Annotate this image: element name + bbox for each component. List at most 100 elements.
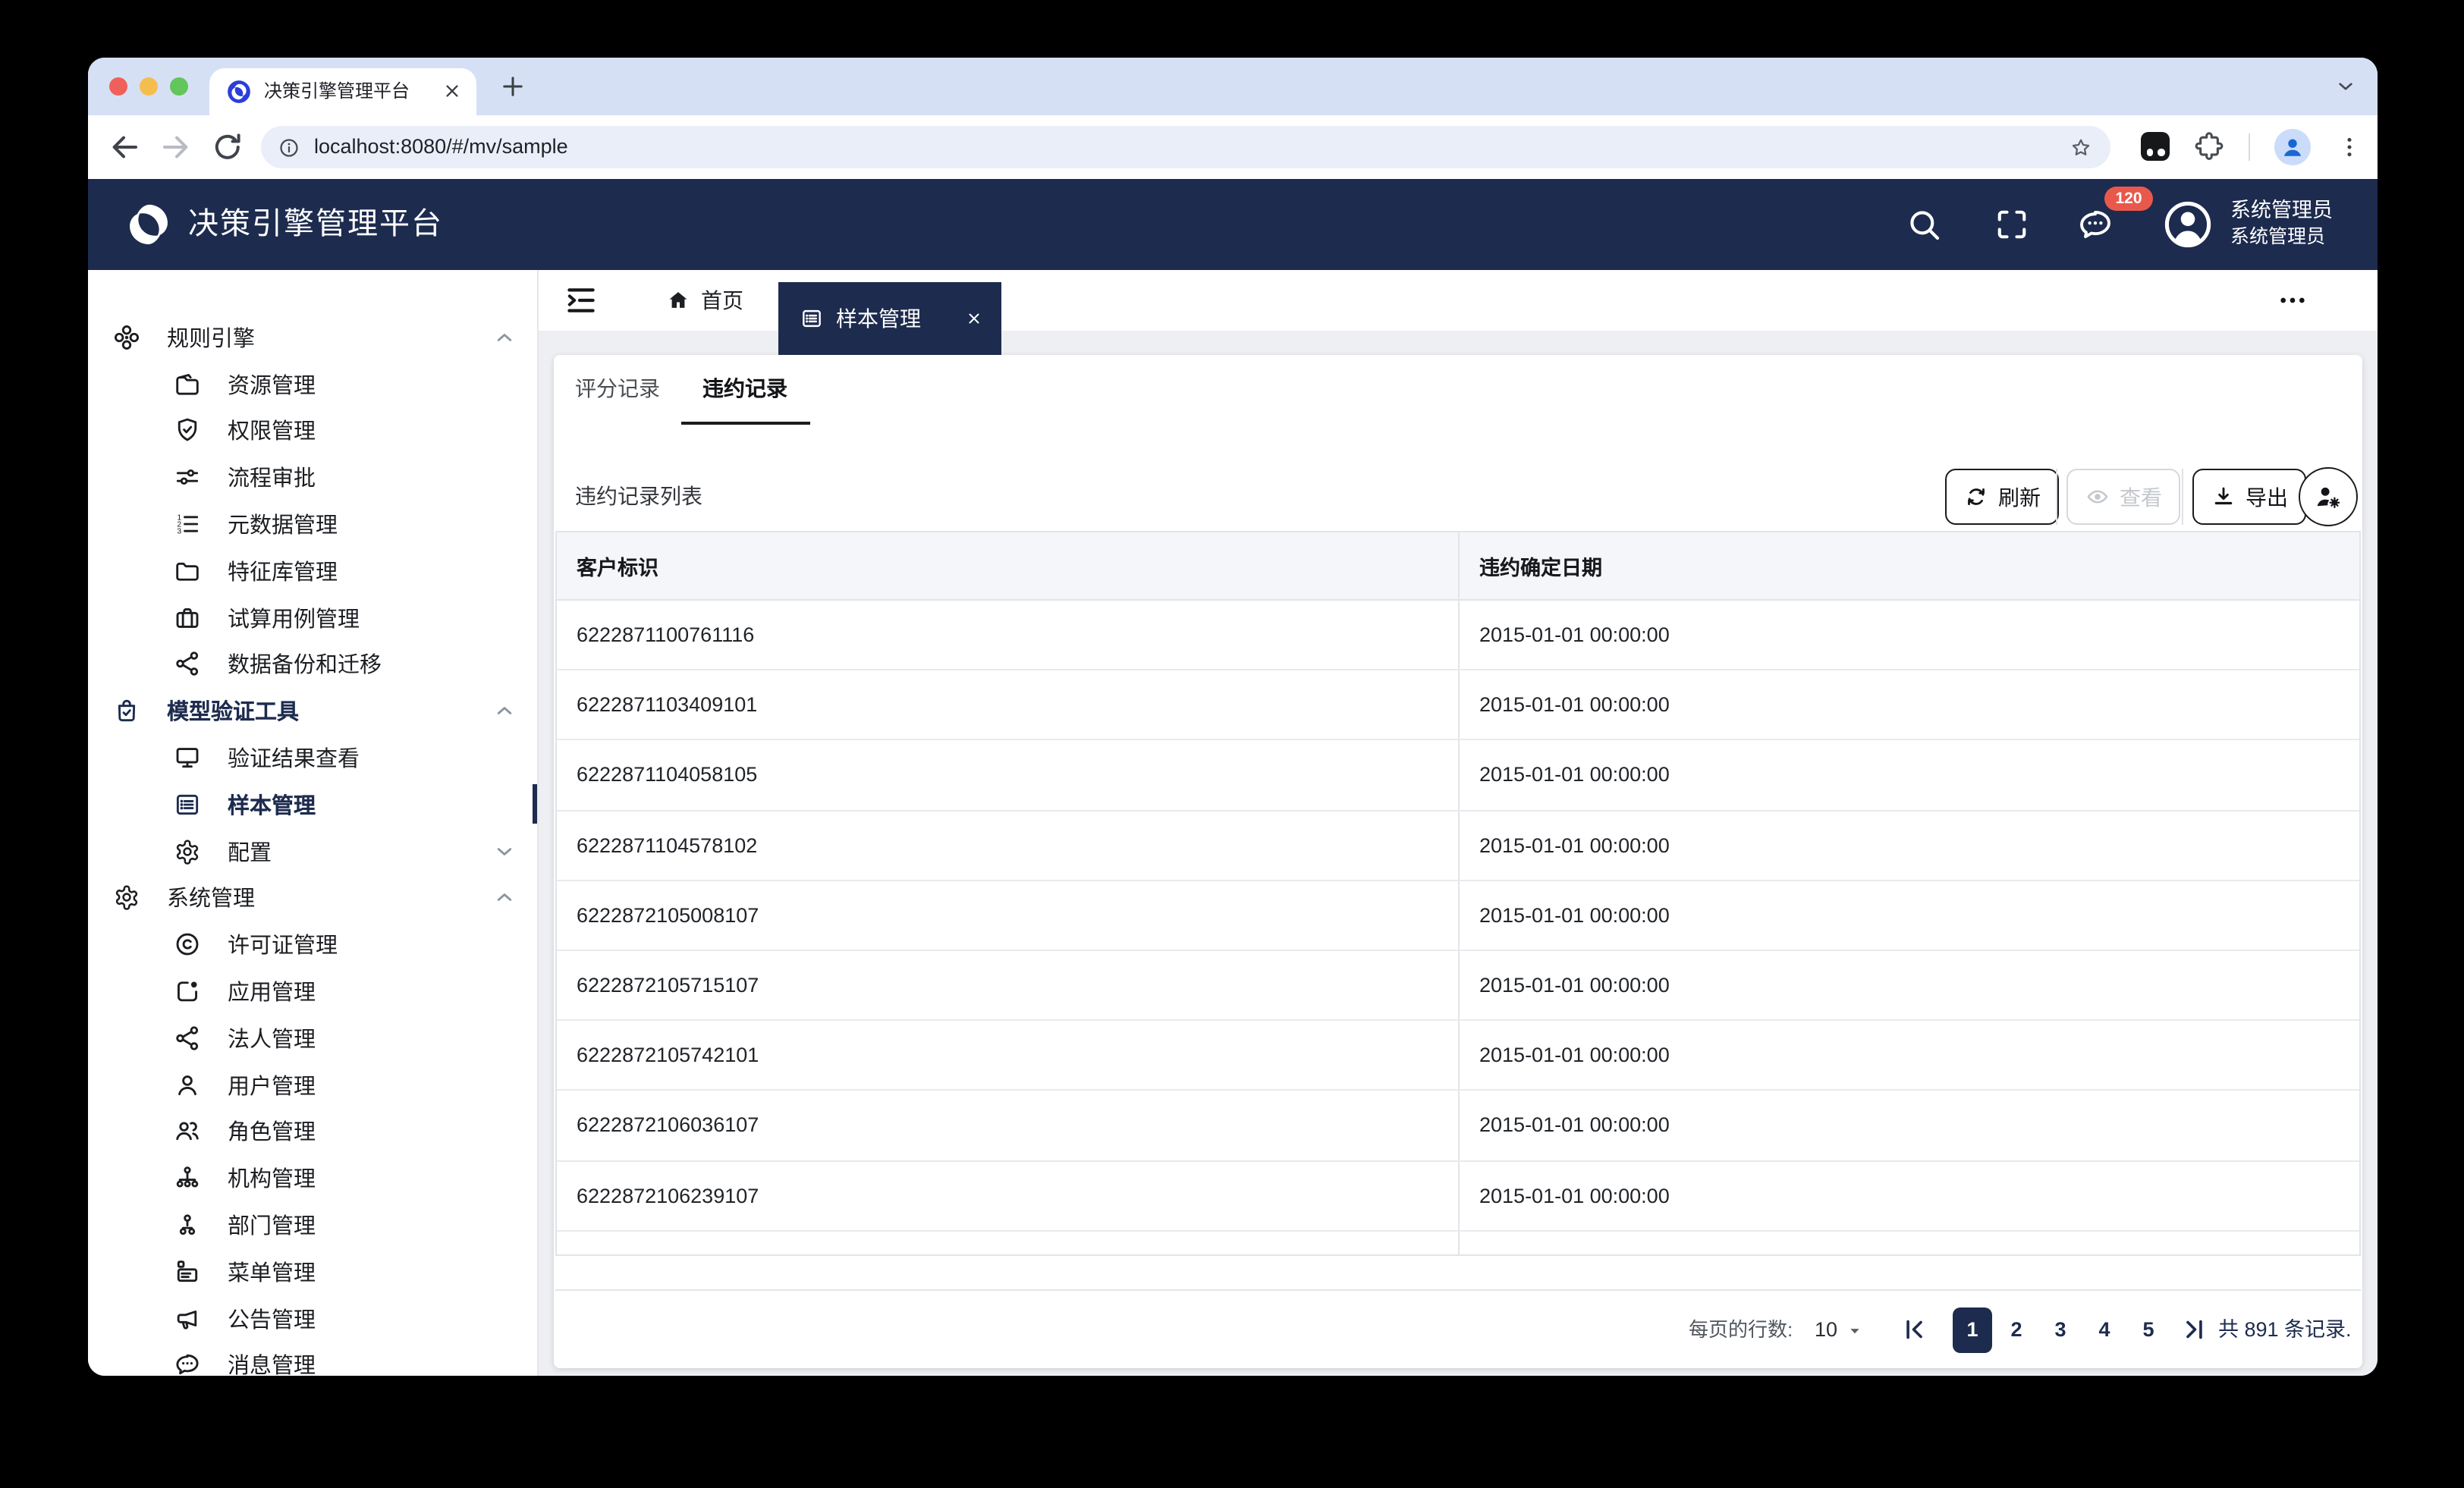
messages-icon[interactable] bbox=[2076, 205, 2115, 244]
sidebar-item-icon bbox=[173, 1304, 202, 1333]
refresh-button[interactable]: 刷新 bbox=[1945, 469, 2059, 525]
page-number-button[interactable]: 1 bbox=[1953, 1307, 1992, 1352]
minimize-window-button[interactable] bbox=[140, 77, 158, 96]
zoom-window-button[interactable] bbox=[170, 77, 188, 96]
page-number-button[interactable]: 5 bbox=[2129, 1307, 2168, 1352]
last-page-icon[interactable] bbox=[2180, 1315, 2209, 1344]
cell-customer-id: 6222871104058105 bbox=[557, 741, 1460, 809]
sidebar-item-icon bbox=[112, 323, 141, 352]
sidebar-item-icon bbox=[173, 557, 202, 585]
page-number-button[interactable]: 3 bbox=[2041, 1307, 2080, 1352]
site-info-icon[interactable] bbox=[278, 136, 300, 159]
table-row[interactable]: 6222872106239107 2015-01-01 00:00:00 bbox=[557, 1161, 2359, 1231]
table-row[interactable]: 6222872105742101 2015-01-01 00:00:00 bbox=[557, 1021, 2359, 1091]
route-tab-home-label: 首页 bbox=[701, 270, 743, 331]
sidebar-item-label: 规则引擎 bbox=[167, 322, 255, 353]
sidebar-item-label: 公告管理 bbox=[228, 1302, 316, 1334]
cell-default-date: 2015-01-01 00:00:00 bbox=[1460, 1161, 2359, 1229]
sidebar-item-sliders[interactable]: 流程审批 bbox=[88, 454, 537, 501]
sidebar-item-person[interactable]: 用户管理 bbox=[88, 1062, 537, 1109]
sidebar-item-label: 部门管理 bbox=[228, 1209, 316, 1241]
export-button[interactable]: 导出 bbox=[2192, 469, 2306, 525]
cell-customer-id: 6222871103409101 bbox=[557, 670, 1460, 739]
sidebar-item-org-tree[interactable]: 机构管理 bbox=[88, 1155, 537, 1202]
forward-button[interactable] bbox=[158, 129, 194, 165]
table-row[interactable]: 6222871104578102 2015-01-01 00:00:00 bbox=[557, 811, 2359, 881]
sidebar-item-icon bbox=[173, 743, 202, 772]
bookmark-star-icon[interactable] bbox=[2068, 134, 2094, 160]
table-row[interactable]: 6222872106036107 2015-01-01 00:00:00 bbox=[557, 1091, 2359, 1161]
user-settings-button[interactable] bbox=[2299, 467, 2358, 526]
sidebar-item-briefcase[interactable]: 试算用例管理 bbox=[88, 595, 537, 642]
rows-per-page-caret-icon[interactable] bbox=[1845, 1321, 1865, 1341]
reload-button[interactable] bbox=[209, 129, 246, 165]
table-row[interactable]: 6222871104058105 2015-01-01 00:00:00 bbox=[557, 741, 2359, 811]
browser-profile-avatar[interactable] bbox=[2274, 129, 2311, 165]
table-row[interactable]: 6222871100761116 2015-01-01 00:00:00 bbox=[557, 601, 2359, 670]
sidebar-item-share-nodes[interactable]: 数据备份和迁移 bbox=[88, 641, 537, 688]
sidebar-collapse-icon[interactable] bbox=[563, 282, 599, 319]
sidebar-item-share-nodes[interactable]: 法人管理 bbox=[88, 1015, 537, 1062]
table-row[interactable]: 6222872105715107 2015-01-01 00:00:00 bbox=[557, 951, 2359, 1021]
sidebar-item-people[interactable]: 角色管理 bbox=[88, 1108, 537, 1155]
sidebar-item-dept-tree[interactable]: 部门管理 bbox=[88, 1201, 537, 1248]
page-number-button[interactable]: 2 bbox=[1997, 1307, 2036, 1352]
table-row[interactable]: 6222871103409101 2015-01-01 00:00:00 bbox=[557, 670, 2359, 740]
back-button[interactable] bbox=[106, 129, 143, 165]
user-avatar[interactable] bbox=[2161, 197, 2215, 252]
sidebar-item-copyright[interactable]: 许可证管理 bbox=[88, 921, 537, 968]
sidebar-item-chat-dots[interactable]: 消息管理 bbox=[88, 1342, 537, 1376]
sidebar-item-icon bbox=[173, 977, 202, 1006]
home-icon bbox=[666, 288, 690, 312]
fullscreen-icon[interactable] bbox=[1992, 205, 2032, 244]
sidebar-item-icon bbox=[173, 1351, 202, 1376]
sidebar-item-bag-check[interactable]: 模型验证工具 bbox=[88, 688, 537, 735]
sidebar-item-megaphone[interactable]: 公告管理 bbox=[88, 1295, 537, 1342]
user-name: 系统管理员 bbox=[2230, 199, 2333, 223]
more-options-icon[interactable] bbox=[2277, 285, 2308, 315]
total-records-label: 共 891 条记录. bbox=[2218, 1291, 2352, 1368]
route-tab-active[interactable]: 样本管理 bbox=[778, 281, 1001, 355]
sidebar-item-app-box[interactable]: 应用管理 bbox=[88, 968, 537, 1015]
sidebar-item-gear[interactable]: 配置 bbox=[88, 828, 537, 875]
sidebar-item-list-numbered[interactable]: 123 元数据管理 bbox=[88, 501, 537, 548]
tab-default-records[interactable]: 违约记录 bbox=[702, 355, 787, 423]
rows-per-page-value[interactable]: 10 bbox=[1815, 1291, 1837, 1368]
view-button[interactable]: 查看 bbox=[2066, 469, 2180, 525]
sidebar-item-menu-card[interactable]: 菜单管理 bbox=[88, 1248, 537, 1295]
sidebar-item-icon bbox=[173, 603, 202, 632]
sidebar-item-gear[interactable]: 系统管理 bbox=[88, 874, 537, 921]
list-icon bbox=[800, 306, 824, 330]
table-row[interactable] bbox=[557, 1231, 2359, 1256]
page-number-button[interactable]: 4 bbox=[2085, 1307, 2124, 1352]
first-page-icon[interactable] bbox=[1900, 1315, 1928, 1344]
tab-search-icon[interactable] bbox=[2334, 74, 2358, 99]
sidebar-item-folder-tab[interactable]: 特征库管理 bbox=[88, 548, 537, 595]
sidebar-item-icon bbox=[112, 697, 141, 726]
sidebar-item-folder[interactable]: 资源管理 bbox=[88, 361, 537, 408]
search-icon[interactable] bbox=[1904, 205, 1944, 244]
user-info[interactable]: 系统管理员 系统管理员 bbox=[2230, 199, 2333, 249]
sidebar-item-label: 试算用例管理 bbox=[228, 601, 360, 633]
extension-icon[interactable] bbox=[2141, 132, 2170, 161]
close-window-button[interactable] bbox=[109, 77, 127, 96]
sidebar-item-list-box[interactable]: 样本管理 bbox=[88, 781, 537, 828]
close-route-tab-icon[interactable] bbox=[965, 309, 983, 327]
sidebar-item-label: 流程审批 bbox=[228, 462, 316, 494]
extensions-puzzle-icon[interactable] bbox=[2192, 129, 2226, 162]
cell-default-date: 2015-01-01 00:00:00 bbox=[1460, 601, 2359, 669]
sidebar-item-shield-check[interactable]: 权限管理 bbox=[88, 407, 537, 454]
new-tab-button[interactable] bbox=[499, 73, 526, 100]
cell-default-date: 2015-01-01 00:00:00 bbox=[1460, 1021, 2359, 1089]
button-divider bbox=[2182, 469, 2183, 525]
table-row[interactable]: 6222872105008107 2015-01-01 00:00:00 bbox=[557, 881, 2359, 951]
close-tab-icon[interactable] bbox=[442, 80, 463, 102]
sidebar-item-monitor[interactable]: 验证结果查看 bbox=[88, 734, 537, 781]
address-bar[interactable]: localhost:8080/#/mv/sample bbox=[261, 126, 2110, 168]
tab-score-records[interactable]: 评分记录 bbox=[575, 355, 660, 423]
chevron-icon bbox=[492, 698, 517, 724]
sidebar-item-label: 菜单管理 bbox=[228, 1256, 316, 1288]
browser-tab[interactable]: 决策引擎管理平台 bbox=[209, 68, 476, 115]
browser-menu-icon[interactable] bbox=[2337, 129, 2362, 165]
sidebar-item-cluster[interactable]: 规则引擎 bbox=[88, 314, 537, 361]
